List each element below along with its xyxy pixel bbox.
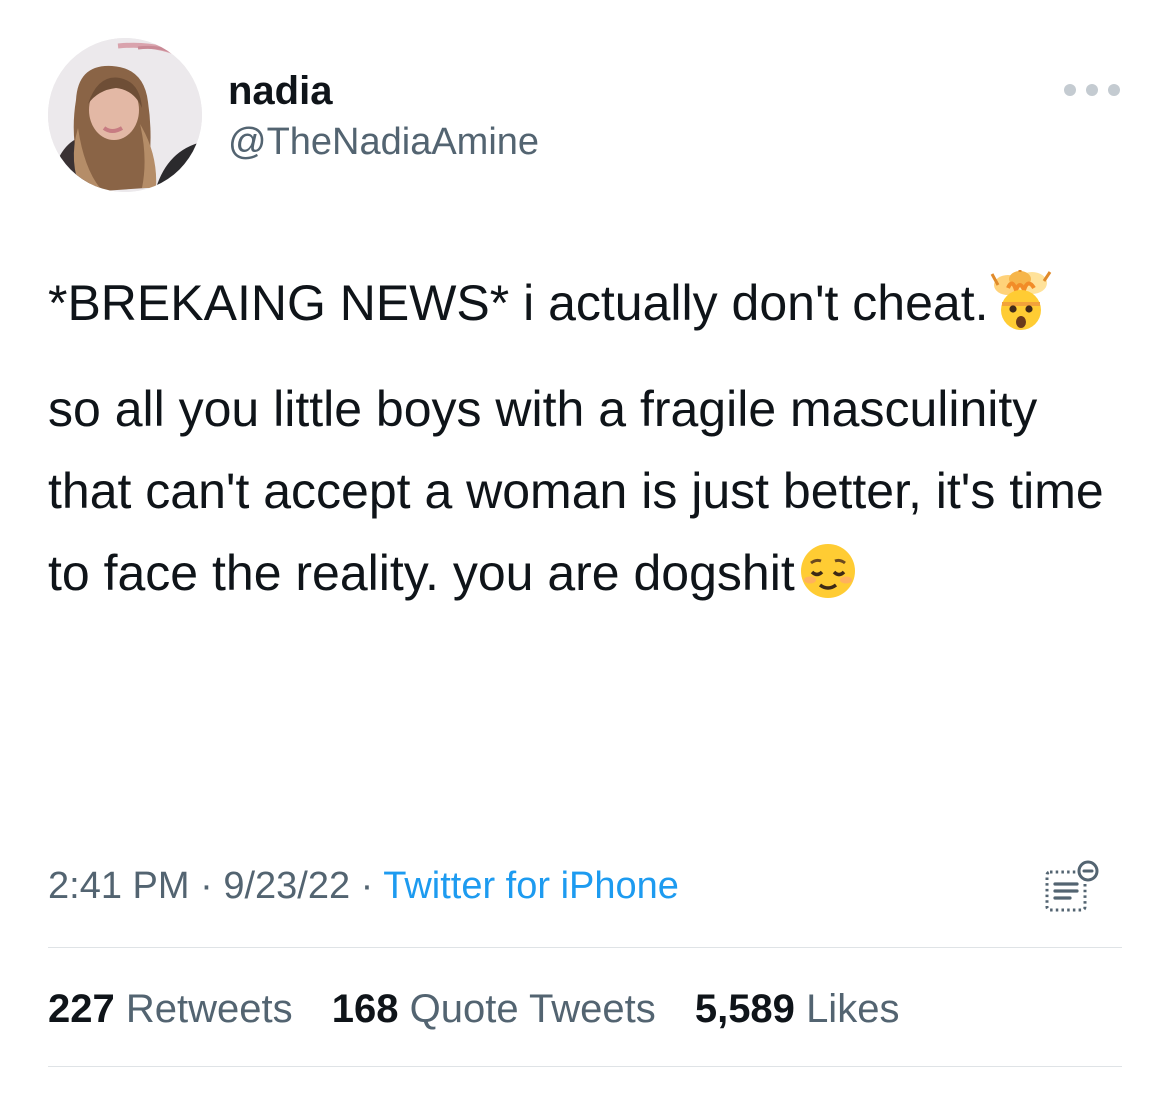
meta-separator: · xyxy=(360,865,374,907)
divider xyxy=(48,947,1122,948)
tweet-source-link[interactable]: Twitter for iPhone xyxy=(383,865,679,907)
retweets-count: 227 xyxy=(48,987,115,1031)
divider xyxy=(48,1066,1122,1067)
retweets-stat[interactable]: 227 Retweets xyxy=(48,987,293,1031)
tweet-paragraph: *BREKAING NEWS* i actually don't cheat. xyxy=(48,262,1128,344)
relieved-face-icon xyxy=(795,540,861,602)
tweet-text: *BREKAING NEWS* i actually don't cheat. … xyxy=(48,262,1128,614)
display-name[interactable]: nadia xyxy=(228,68,332,114)
avatar[interactable] xyxy=(48,38,202,192)
tweet-time[interactable]: 2:41 PM xyxy=(48,865,190,907)
user-handle[interactable]: @TheNadiaAmine xyxy=(228,120,539,164)
quote-tweets-count: 168 xyxy=(331,987,399,1031)
quote-tweets-label: Quote Tweets xyxy=(409,987,656,1031)
likes-stat[interactable]: 5,589 Likes xyxy=(695,987,900,1031)
meta-separator: · xyxy=(200,865,213,907)
tweet-analytics-icon[interactable] xyxy=(1044,858,1102,914)
likes-label: Likes xyxy=(806,987,900,1031)
tweet-paragraph-text: so all you little boys with a fragile ma… xyxy=(48,381,1104,601)
more-dot-icon xyxy=(1064,84,1076,96)
tweet-paragraph: so all you little boys with a fragile ma… xyxy=(48,368,1128,614)
tweet-meta: 2:41 PM · 9/23/22 · Twitter for iPhone xyxy=(48,862,679,910)
likes-count: 5,589 xyxy=(694,987,795,1031)
tweet-date[interactable]: 9/23/22 xyxy=(223,865,350,907)
tweet-paragraph-text: *BREKAING NEWS* i actually don't cheat. xyxy=(48,275,989,331)
profile-photo-icon xyxy=(48,38,202,192)
tweet-stats: 227 Retweets 168 Quote Tweets 5,589 Like… xyxy=(48,985,927,1033)
retweets-label: Retweets xyxy=(125,987,293,1031)
quote-tweets-stat[interactable]: 168 Quote Tweets xyxy=(332,987,656,1031)
tweet-card: nadia @TheNadiaAmine *BREKAING NEWS* i a… xyxy=(0,0,1170,1094)
exploding-head-icon xyxy=(988,270,1054,332)
more-dot-icon xyxy=(1108,84,1120,96)
more-dot-icon xyxy=(1086,84,1098,96)
more-options-button[interactable] xyxy=(1064,78,1120,102)
